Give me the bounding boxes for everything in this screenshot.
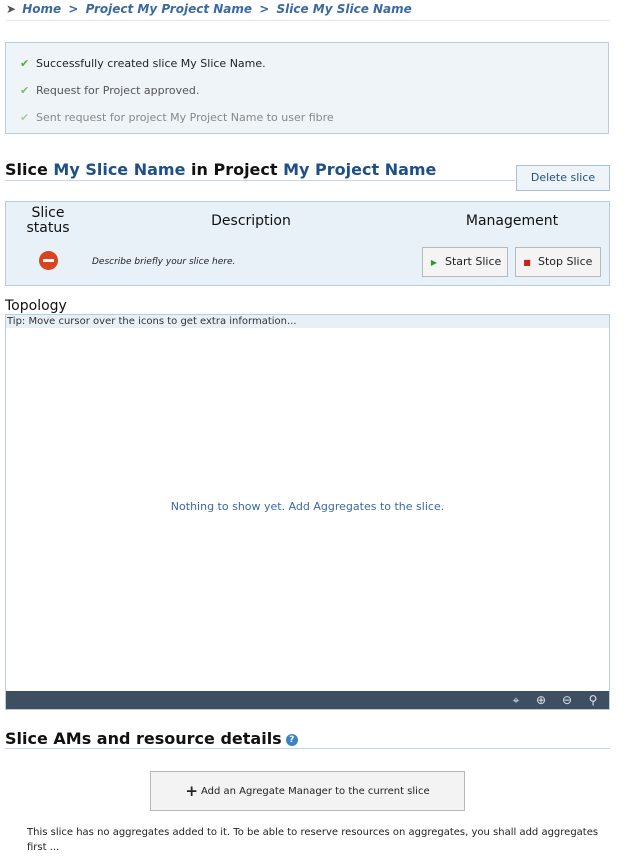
slice-status-header: Slice status [26, 205, 70, 236]
breadcrumb-separator: > [68, 2, 79, 16]
title-divider [5, 180, 515, 181]
start-slice-button[interactable]: ▶ Start Slice [422, 247, 508, 277]
title-in-project: in Project [191, 160, 278, 179]
zoom-out-icon[interactable]: ⊖ [560, 693, 574, 707]
message-text: Request for Project approved. [36, 84, 200, 97]
play-icon: ▶ [430, 258, 438, 267]
aggregates-title-text: Slice AMs and resource details [5, 729, 282, 748]
topology-canvas[interactable]: Tip: Move cursor over the icons to get e… [5, 314, 610, 710]
checkmark-icon: ✔ [20, 111, 30, 124]
topology-toolbar: ⌖ ⊕ ⊖ ⚲ [6, 691, 609, 709]
aggregates-section-title: Slice AMs and resource details? [5, 729, 298, 748]
help-icon[interactable]: ? [285, 733, 298, 746]
stop-circle-icon [39, 251, 58, 270]
message-text: Successfully created slice My Slice Name… [36, 57, 266, 70]
management-header: Management [465, 213, 559, 229]
breadcrumb-project-link[interactable]: Project My Project Name [86, 2, 252, 16]
slice-description[interactable]: Describe briefly your slice here. [92, 257, 235, 267]
search-icon[interactable]: ⚲ [586, 693, 600, 707]
checkmark-icon: ✔ [20, 84, 30, 97]
add-aggregate-manager-button[interactable]: + Add an Agregate Manager to the current … [150, 771, 465, 811]
zoom-in-icon[interactable]: ⊕ [534, 693, 548, 707]
message-item: ✔ Request for Project approved. [20, 84, 199, 97]
stop-slice-label: Stop Slice [538, 255, 593, 268]
messages-panel: ✔ Successfully created slice My Slice Nam… [5, 42, 609, 134]
breadcrumb-divider [6, 20, 610, 21]
checkmark-icon: ✔ [20, 57, 30, 70]
message-item: ✔ Sent request for project My Project Nam… [20, 111, 334, 124]
no-aggregates-note: This slice has no aggregates added to it… [27, 827, 599, 853]
breadcrumb-separator: > [259, 2, 270, 16]
breadcrumb-home-link[interactable]: Home [22, 2, 61, 16]
message-item: ✔ Successfully created slice My Slice Nam… [20, 57, 266, 70]
description-header: Description [211, 213, 291, 229]
stop-slice-button[interactable]: ■ Stop Slice [515, 247, 601, 277]
message-text: Sent request for project My Project Name… [36, 111, 334, 124]
title-project-name: My Project Name [283, 160, 437, 179]
topology-title: Topology [5, 298, 67, 314]
stop-icon: ■ [523, 258, 531, 267]
breadcrumb-slice-link[interactable]: Slice My Slice Name [276, 2, 411, 16]
add-aggregate-label: Add an Agregate Manager to the current s… [200, 786, 430, 797]
aggregates-divider [5, 748, 610, 749]
title-slice-name: My Slice Name [53, 160, 186, 179]
page-title: Slice My Slice Name in Project My Projec… [5, 160, 436, 179]
topology-tip: Tip: Move cursor over the icons to get e… [6, 315, 609, 328]
title-slice-word: Slice [5, 160, 48, 179]
fit-icon[interactable]: ⌖ [509, 693, 523, 707]
navigation-arrow-icon: ➤ [6, 2, 17, 16]
topology-empty-message: Nothing to show yet. Add Aggregates to t… [170, 500, 445, 513]
delete-slice-button[interactable]: Delete slice [516, 165, 610, 191]
plus-icon: + [185, 782, 198, 800]
breadcrumb: ➤ Home > Project My Project Name > Slice… [6, 2, 412, 16]
slice-info-panel: Slice status Description Management Desc… [5, 201, 610, 286]
start-slice-label: Start Slice [445, 255, 502, 268]
